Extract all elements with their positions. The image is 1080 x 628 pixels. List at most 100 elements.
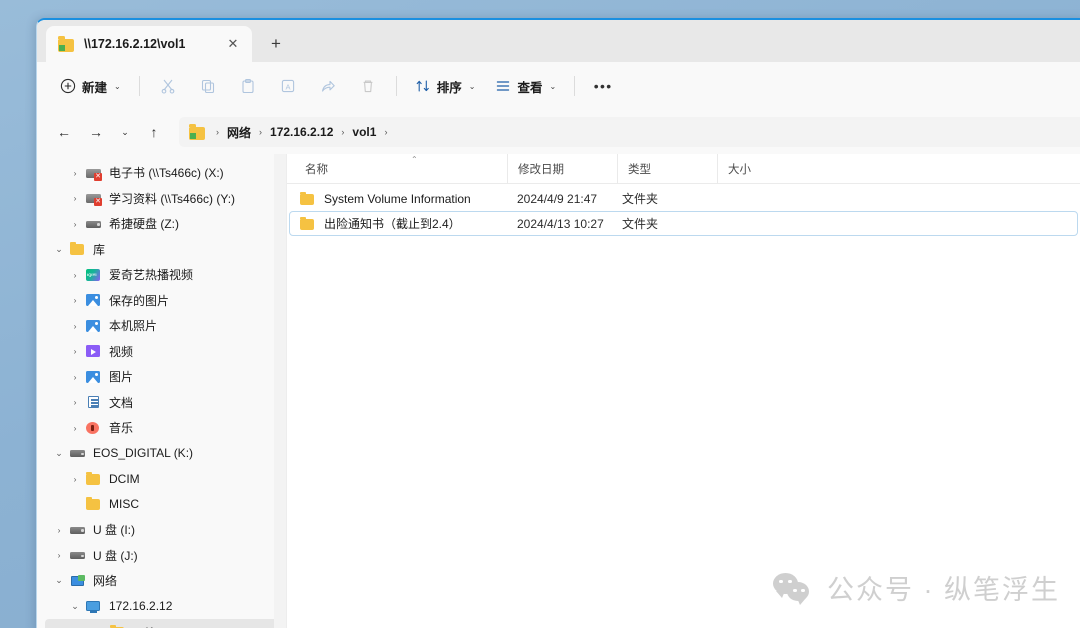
column-headers: 名称 ⌃ 修改日期 类型 大小	[287, 153, 1080, 184]
sidebar-item[interactable]: › ✕ 学习资料 (\\Ts466c) (Y:)	[37, 186, 286, 212]
view-button[interactable]: 查看 ⌄	[486, 70, 565, 102]
chevron-right-icon[interactable]: ›	[49, 525, 69, 535]
sort-icon	[416, 80, 429, 92]
chevron-right-icon[interactable]: ›	[65, 219, 85, 229]
sidebar-item[interactable]: › 音乐	[37, 415, 286, 441]
cut-button[interactable]	[149, 70, 187, 102]
table-row[interactable]: 出险通知书（截止到2.4） 2024/4/13 10:27 文件夹	[289, 211, 1078, 236]
column-header-size[interactable]: 大小	[717, 153, 785, 184]
column-header-name-label: 名称	[305, 163, 328, 176]
sidebar-item[interactable]: › DCIM	[37, 466, 286, 492]
chevron-down-icon[interactable]: ⌄	[65, 601, 85, 612]
delete-icon	[363, 80, 373, 93]
folder-icon	[299, 216, 316, 232]
new-button[interactable]: 新建 ⌄	[51, 70, 130, 102]
paste-icon	[242, 79, 254, 94]
sidebar-item[interactable]: › 图片	[37, 364, 286, 390]
sidebar-item-label: 学习资料 (\\Ts466c) (Y:)	[109, 191, 236, 206]
more-options-button[interactable]: •••	[584, 70, 622, 102]
chevron-right-icon[interactable]: ›	[65, 346, 85, 356]
sidebar-item-label: 文档	[109, 395, 134, 410]
divider	[395, 76, 397, 96]
sidebar-item[interactable]: › U 盘 (J:)	[37, 543, 286, 569]
table-row[interactable]: System Volume Information 2024/4/9 21:47 文…	[289, 186, 1078, 211]
sidebar-item[interactable]: ⌄ EOS_DIGITAL (K:)	[37, 441, 286, 467]
chevron-right-icon[interactable]: ›	[65, 474, 85, 484]
sidebar-item[interactable]: › 爱奇艺热播视频	[37, 262, 286, 288]
breadcrumb-separator: ›	[259, 127, 263, 137]
drive-icon	[85, 216, 102, 232]
new-tab-button[interactable]: +	[262, 30, 290, 58]
breadcrumb-separator: ›	[384, 127, 388, 137]
chevron-down-icon[interactable]: ⌄	[49, 448, 69, 459]
up-button[interactable]: ↑	[139, 117, 169, 147]
videos-icon	[85, 343, 102, 359]
network-drive-disconnected-icon: ✕	[85, 190, 102, 207]
column-header-name[interactable]: 名称 ⌃	[305, 154, 507, 184]
explorer-tab[interactable]: \\172.16.2.12\vol1 ✕	[46, 26, 252, 62]
column-header-date-label: 修改日期	[518, 163, 564, 176]
sidebar-item[interactable]: › 文档	[37, 390, 286, 416]
file-list-pane: 名称 ⌃ 修改日期 类型 大小 System Volume Informatio…	[286, 153, 1080, 628]
chevron-right-icon[interactable]: ›	[65, 193, 85, 203]
chevron-down-icon[interactable]: ⌄	[49, 244, 69, 255]
sidebar-item[interactable]: ›vol1	[45, 619, 282, 628]
file-explorer-window: \\172.16.2.12\vol1 ✕ + 新建 ⌄ A 排序 ⌄ 查看 ⌄ …	[36, 18, 1080, 628]
column-header-type[interactable]: 类型	[617, 153, 717, 184]
chevron-down-icon[interactable]: ⌄	[49, 575, 69, 586]
sidebar-item[interactable]: › 保存的图片	[37, 288, 286, 314]
chevron-right-icon[interactable]: ›	[65, 372, 85, 382]
forward-button[interactable]: →	[81, 117, 111, 147]
sidebar-item-label: MISC	[109, 497, 139, 512]
back-button[interactable]: ←	[49, 117, 79, 147]
sidebar-item[interactable]: ⌄ 库	[37, 237, 286, 263]
sidebar-item-label: 爱奇艺热播视频	[109, 268, 194, 283]
chevron-right-icon[interactable]: ›	[49, 550, 69, 560]
breadcrumb-item-vol1[interactable]: vol1	[349, 123, 379, 141]
chevron-right-icon[interactable]: ›	[65, 168, 85, 178]
chevron-right-icon[interactable]: ›	[65, 295, 85, 305]
copy-button[interactable]	[189, 70, 227, 102]
close-icon[interactable]: ✕	[222, 33, 244, 55]
sidebar-item[interactable]: › U 盘 (I:)	[37, 517, 286, 543]
paste-button[interactable]	[229, 70, 267, 102]
sidebar-item[interactable]: › 本机照片	[37, 313, 286, 339]
sidebar-item[interactable]: ⌄ 网络	[37, 568, 286, 594]
chevron-right-icon[interactable]: ›	[65, 397, 85, 407]
folder-icon	[69, 241, 86, 257]
sidebar-item[interactable]: › 视频	[37, 339, 286, 365]
chevron-right-icon[interactable]: ›	[65, 423, 85, 433]
share-button[interactable]	[309, 70, 347, 102]
sidebar-item[interactable]: › ✕ 电子书 (\\Ts466c) (X:)	[37, 160, 286, 186]
sidebar-item-label: 电子书 (\\Ts466c) (X:)	[109, 166, 224, 181]
sidebar-scrollbar[interactable]	[274, 154, 286, 628]
pictures-icon	[85, 292, 102, 308]
delete-button[interactable]	[349, 70, 387, 102]
copy-icon	[201, 79, 214, 94]
sort-button[interactable]: 排序 ⌄	[406, 70, 485, 102]
sort-ascending-icon: ⌃	[411, 154, 418, 164]
sidebar-item[interactable]: › 希捷硬盘 (Z:)	[37, 211, 286, 237]
sidebar-item[interactable]: MISC	[37, 492, 286, 518]
column-header-size-label: 大小	[728, 163, 751, 176]
chevron-down-icon: ⌄	[114, 81, 121, 91]
breadcrumb-item-host[interactable]: 172.16.2.12	[267, 123, 336, 141]
sidebar-item-label: 视频	[109, 344, 134, 359]
rename-icon: A	[281, 79, 294, 93]
chevron-right-icon[interactable]: ›	[65, 321, 85, 331]
recent-locations-button[interactable]: ⌄	[113, 117, 137, 147]
file-name: 出险通知书（截止到2.4）	[324, 217, 461, 231]
column-header-date[interactable]: 修改日期	[507, 153, 617, 184]
sidebar-item[interactable]: ⌄ 172.16.2.12	[37, 594, 286, 620]
breadcrumb-item-network[interactable]: 网络	[224, 122, 254, 143]
file-type: 文件夹	[622, 192, 659, 206]
column-header-type-label: 类型	[628, 163, 651, 176]
network-drive-disconnected-icon: ✕	[85, 165, 102, 181]
breadcrumb-separator: ›	[216, 127, 219, 137]
chevron-right-icon[interactable]: ›	[65, 270, 85, 280]
pictures-icon	[85, 369, 102, 385]
breadcrumb[interactable]: › 网络 › 172.16.2.12 › vol1 ›	[179, 117, 1080, 147]
wechat-icon	[773, 572, 815, 605]
rename-button[interactable]: A	[269, 70, 307, 102]
file-date: 2024/4/13 10:27	[517, 216, 604, 231]
